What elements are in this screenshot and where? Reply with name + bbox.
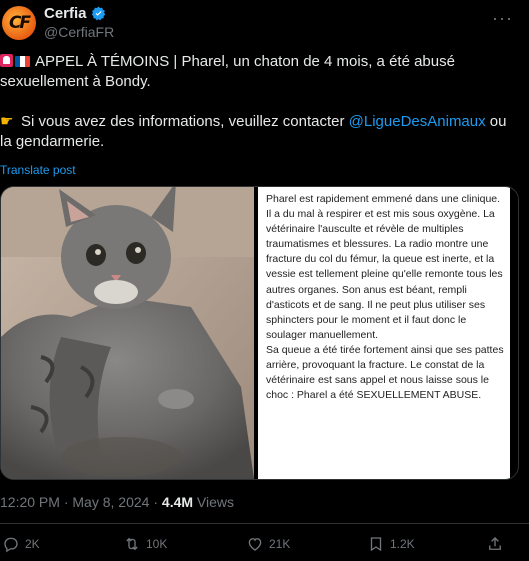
reply-button[interactable]: 2K xyxy=(2,535,40,553)
more-options-icon[interactable]: ··· xyxy=(492,8,513,29)
author-handle[interactable]: @CerfiaFR xyxy=(44,24,114,40)
action-bar: 2K 10K 21K 1.2K xyxy=(0,535,529,555)
share-button[interactable] xyxy=(486,535,504,553)
rotating-light-emoji-icon xyxy=(0,54,13,67)
translate-post-link[interactable]: Translate post xyxy=(0,163,76,177)
document-text: Pharel est rapidement emmené dans une cl… xyxy=(266,193,504,402)
divider xyxy=(0,523,529,524)
mention-link[interactable]: @LigueDesAnimaux xyxy=(349,113,486,130)
repost-button[interactable]: 10K xyxy=(123,535,167,553)
heart-icon xyxy=(248,538,262,551)
bookmark-button[interactable]: 1.2K xyxy=(367,535,415,553)
avatar-letters: CF xyxy=(8,13,31,33)
post-line-2-prefix: Si vous avez des informations, veuillez … xyxy=(21,113,349,130)
post-text: APPEL À TÉMOINS | Pharel, un chaton de 4… xyxy=(0,52,520,152)
repost-count: 10K xyxy=(146,537,168,551)
reply-icon xyxy=(4,537,18,553)
post-paragraph-1: APPEL À TÉMOINS | Pharel, un chaton de 4… xyxy=(0,52,520,92)
views-count: 4.4M xyxy=(161,494,194,510)
france-flag-emoji-icon xyxy=(15,56,30,67)
bookmark-icon xyxy=(370,537,382,552)
reply-count: 2K xyxy=(25,537,40,551)
kitten-photo[interactable] xyxy=(1,187,254,479)
post-time[interactable]: 12:20 PM xyxy=(0,494,60,510)
like-count: 21K xyxy=(269,537,291,551)
author-display-name[interactable]: Cerfia xyxy=(44,5,87,22)
post-meta: 12:20 PM · May 8, 2024 · 4.4M Views xyxy=(0,494,235,510)
post-header: CF Cerfia @CerfiaFR ··· xyxy=(0,0,529,50)
post-date[interactable]: May 8, 2024 xyxy=(72,494,149,510)
share-icon xyxy=(489,537,501,550)
views-label: Views xyxy=(196,494,235,510)
document-image[interactable]: Pharel est rapidement emmené dans une cl… xyxy=(258,187,510,479)
pointing-hand-emoji-icon: ☛ xyxy=(0,113,14,130)
author-name-row: Cerfia xyxy=(44,5,106,22)
post-line-1: APPEL À TÉMOINS | Pharel, un chaton de 4… xyxy=(0,53,455,90)
avatar[interactable]: CF xyxy=(2,6,36,40)
like-button[interactable]: 21K xyxy=(246,535,290,553)
post-media[interactable]: Pharel est rapidement emmené dans une cl… xyxy=(0,186,519,480)
post-paragraph-2: ☛ Si vous avez des informations, veuillez… xyxy=(0,112,520,152)
repost-icon xyxy=(126,537,138,551)
verified-badge-icon xyxy=(91,6,105,21)
bookmark-count: 1.2K xyxy=(390,537,415,551)
